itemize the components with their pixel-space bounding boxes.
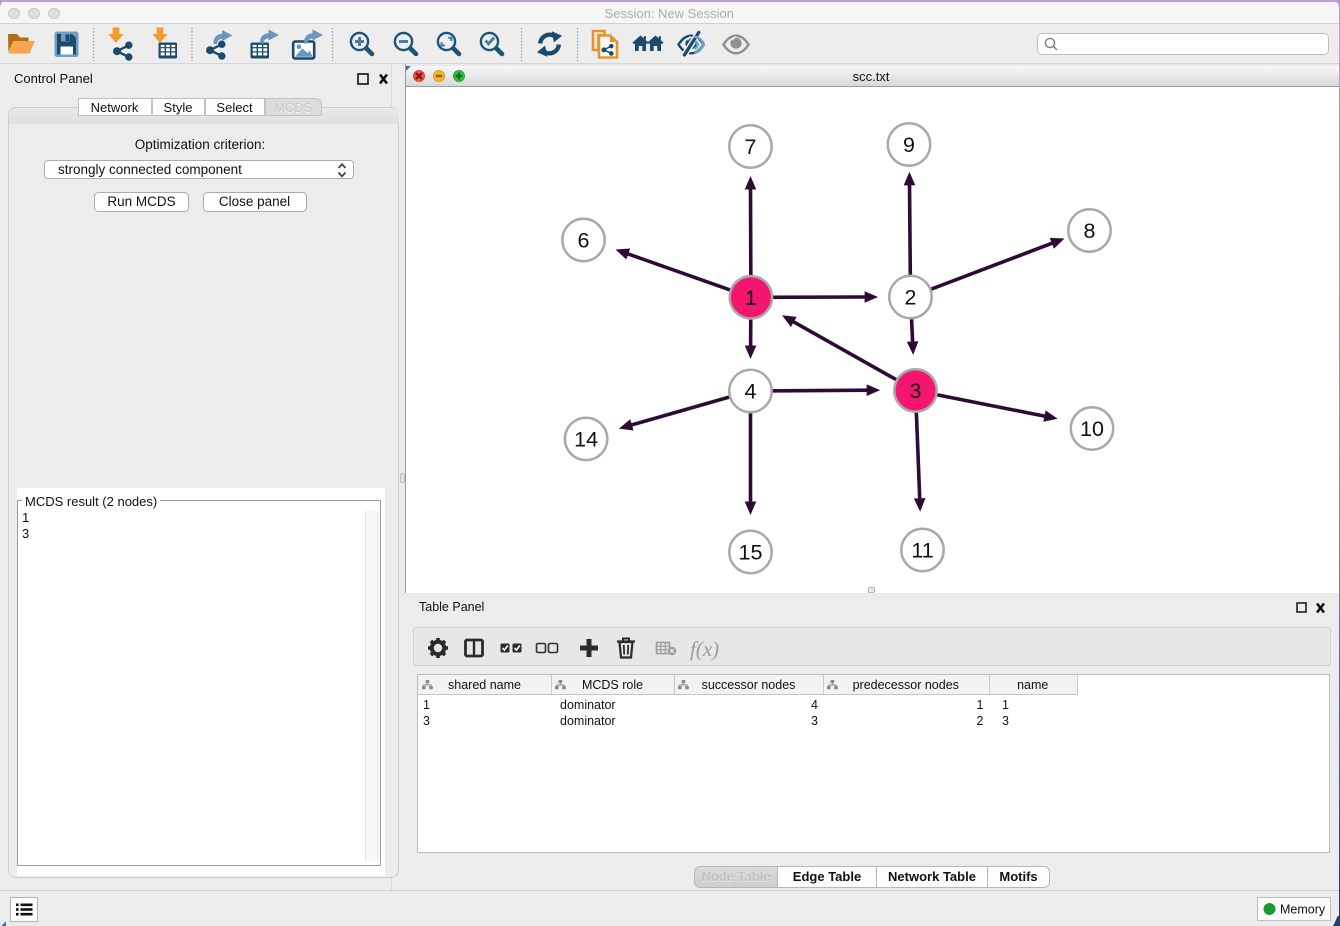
svg-text:Memory: Memory (1280, 903, 1326, 917)
svg-text:f(x): f(x) (690, 637, 719, 661)
